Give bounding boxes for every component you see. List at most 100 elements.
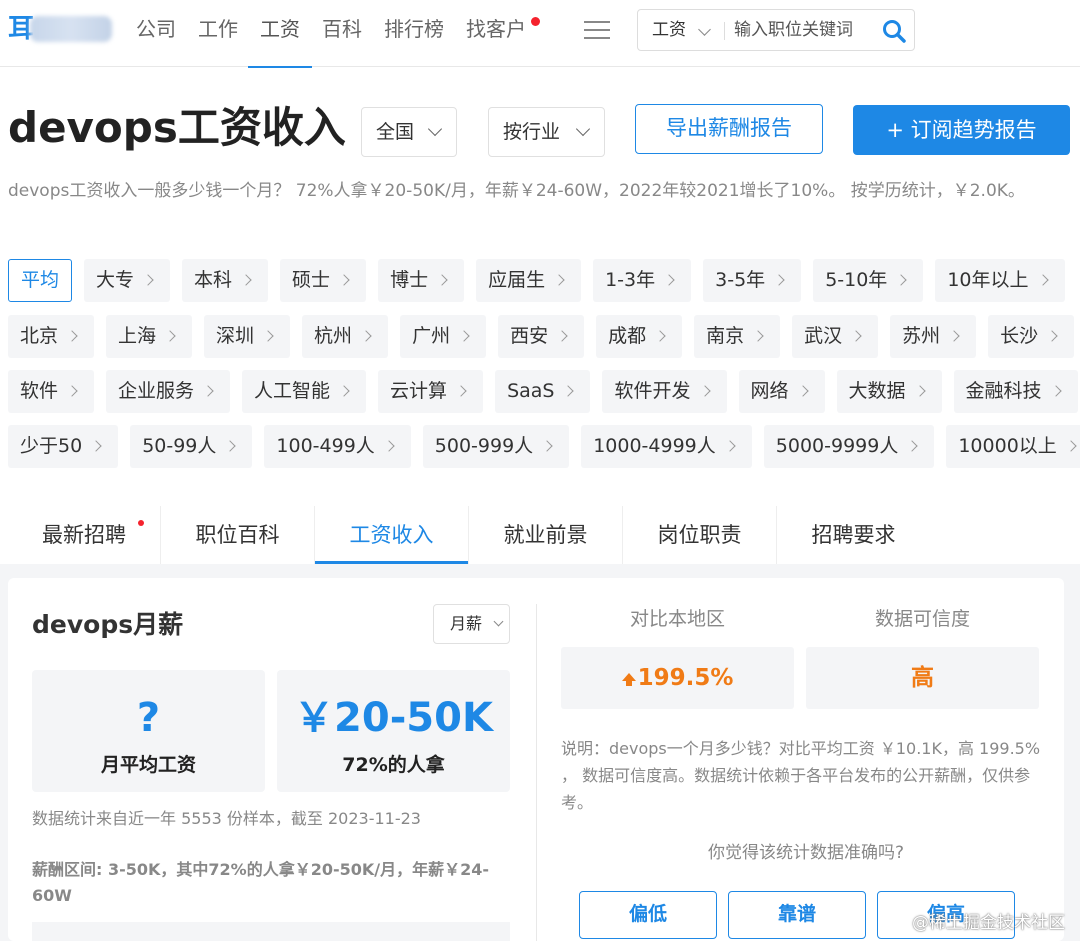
nav-wiki[interactable]: 百科 (322, 0, 362, 67)
chip-industry[interactable]: SaaS (495, 370, 591, 413)
filter-row-education: 平均 大专 本科 硕士 博士 应届生 1-3年 3-5年 5-10年 10年以上 (8, 259, 1080, 303)
top-navbar: 耳 公司 工作 工资 百科 排行榜 找客户 工资 (0, 0, 1080, 68)
chip-industry[interactable]: 软件开发 (602, 370, 727, 413)
export-report-button[interactable]: 导出薪酬报告 (635, 104, 823, 154)
chip-industry[interactable]: 大数据 (836, 370, 942, 413)
chip-industry[interactable]: 云计算 (378, 370, 484, 413)
chevron-down-icon (493, 616, 504, 627)
chip-phd[interactable]: 博士 (378, 259, 465, 302)
chip-company-size[interactable]: 少于50 (8, 425, 119, 468)
chip-industry[interactable]: 企业服务 (106, 370, 231, 413)
section-tabs: 最新招聘 职位百科 工资收入 就业前景 岗位职责 招聘要求 (8, 506, 1080, 564)
chip-company-size[interactable]: 50-99人 (130, 425, 253, 468)
chip-bachelor[interactable]: 本科 (182, 259, 269, 302)
chip-industry[interactable]: 金融科技 (953, 370, 1078, 413)
arrow-up-icon (621, 673, 636, 686)
chip-city[interactable]: 广州 (400, 315, 487, 358)
site-logo[interactable]: 耳 (8, 12, 112, 46)
nav-jobs[interactable]: 工作 (198, 0, 238, 67)
compare-local-label: 对比本地区 (629, 608, 725, 630)
chip-exp-5-10[interactable]: 5-10年 (813, 259, 924, 302)
vote-accurate-button[interactable]: 靠谱 (728, 891, 866, 939)
page-title: devops工资收入 (8, 103, 346, 152)
salary-range-text: 薪酬区间: 3-50K，其中72%的人拿￥20-50K/月，年薪￥24-60W (32, 860, 490, 905)
main-nav: 公司 工作 工资 百科 排行榜 找客户 (136, 0, 548, 68)
chip-exp-3-5[interactable]: 3-5年 (703, 259, 802, 302)
industry-dropdown[interactable]: 按行业 (488, 107, 605, 157)
nav-salary[interactable]: 工资 (248, 0, 312, 68)
nav-find-clients[interactable]: 找客户 (466, 0, 540, 67)
chip-city[interactable]: 杭州 (302, 315, 389, 358)
tab-job-wiki[interactable]: 职位百科 (161, 506, 314, 564)
chip-city[interactable]: 成都 (596, 315, 683, 358)
nav-company[interactable]: 公司 (136, 0, 176, 67)
salary-range-value: ￥20-50K (294, 695, 493, 741)
tab-prospects[interactable]: 就业前景 (469, 506, 622, 564)
tab-requirements[interactable]: 招聘要求 (777, 506, 930, 564)
logo-blurred-text (30, 16, 112, 42)
sample-meta: 数据统计来自近一年 5553 份样本，截至 2023-11-23 (32, 809, 421, 828)
compare-local-box: 199.5% (561, 647, 794, 709)
chip-city[interactable]: 上海 (106, 315, 193, 358)
compare-local-value: 199.5% (637, 665, 734, 691)
credibility-label: 数据可信度 (874, 608, 970, 630)
region-dropdown-label: 全国 (376, 121, 415, 143)
tab-latest-jobs[interactable]: 最新招聘 (8, 506, 160, 564)
chip-city[interactable]: 南京 (694, 315, 781, 358)
chart-placeholder (32, 922, 510, 941)
chip-associate[interactable]: 大专 (84, 259, 171, 302)
salary-card-title: devops月薪 (32, 610, 184, 639)
chip-city[interactable]: 北京 (8, 315, 95, 358)
search-category-select[interactable]: 工资 (652, 10, 686, 50)
tab-latest-jobs-label: 最新招聘 (42, 523, 126, 547)
region-dropdown[interactable]: 全国 (361, 107, 457, 157)
period-dropdown-label: 月薪 (450, 614, 483, 633)
credibility-box: 高 (806, 647, 1039, 709)
chip-industry[interactable]: 网络 (738, 370, 825, 413)
menu-icon[interactable] (584, 18, 610, 42)
chip-company-size[interactable]: 100-499人 (264, 425, 411, 468)
credibility-value: 高 (911, 665, 934, 691)
chip-company-size[interactable]: 5000-9999人 (763, 425, 935, 468)
chip-city[interactable]: 武汉 (792, 315, 879, 358)
avg-salary-box: ? 月平均工资 (32, 670, 265, 792)
accuracy-question: 你觉得该统计数据准确吗? (707, 843, 905, 863)
chip-city[interactable]: 西安 (498, 315, 585, 358)
chip-city[interactable]: 苏州 (890, 315, 977, 358)
filter-row-company-size: 少于50 50-99人 100-499人 500-999人 1000-4999人 5000… (8, 425, 1080, 469)
chip-company-size[interactable]: 500-999人 (422, 425, 570, 468)
chip-company-size[interactable]: 1000-4999人 (581, 425, 752, 468)
comparison-note: 说明：devops一个月多少钱？对比平均工资 ￥10.1K，高 199.5% ，… (561, 739, 1041, 812)
chip-city[interactable]: 长沙 (988, 315, 1075, 358)
nav-find-clients-label: 找客户 (466, 17, 526, 41)
salary-summary: devops工资收入一般多少钱一个月？ 72%人拿￥20-50K/月，年薪￥24… (8, 181, 1025, 201)
subscribe-trend-button[interactable]: + 订阅趋势报告 (853, 105, 1070, 155)
salary-range-label: 72%的人拿 (342, 754, 445, 776)
nav-rankings[interactable]: 排行榜 (384, 0, 444, 67)
search-icon[interactable] (881, 18, 907, 44)
avg-salary-value[interactable]: ? (32, 690, 265, 746)
period-dropdown[interactable]: 月薪 (433, 604, 510, 644)
chip-city[interactable]: 深圳 (204, 315, 291, 358)
tab-salary[interactable]: 工资收入 (315, 506, 468, 564)
notification-dot (138, 520, 144, 526)
chip-master[interactable]: 硕士 (280, 259, 367, 302)
salary-range-box: ￥20-50K 72%的人拿 (277, 670, 510, 792)
chip-industry[interactable]: 软件 (8, 370, 95, 413)
chip-exp-1-3[interactable]: 1-3年 (593, 259, 692, 302)
search-box: 工资 (637, 9, 915, 51)
chip-industry[interactable]: 人工智能 (242, 370, 367, 413)
filter-row-city: 北京 上海 深圳 杭州 广州 西安 成都 南京 武汉 苏州 长沙 (8, 315, 1080, 359)
search-input[interactable] (734, 14, 874, 46)
chip-company-size[interactable]: 10000以上 (946, 425, 1080, 468)
vote-low-button[interactable]: 偏低 (579, 891, 717, 939)
notification-dot (531, 17, 540, 26)
tab-responsibilities[interactable]: 岗位职责 (623, 506, 776, 564)
chip-average[interactable]: 平均 (8, 259, 73, 302)
chip-graduate[interactable]: 应届生 (476, 259, 582, 302)
watermark: @稀土掘金技术社区 (912, 913, 1065, 933)
chevron-down-icon (698, 23, 711, 36)
avg-salary-label: 月平均工资 (100, 754, 196, 776)
chip-exp-10-plus[interactable]: 10年以上 (935, 259, 1065, 302)
chevron-down-icon (427, 121, 443, 137)
